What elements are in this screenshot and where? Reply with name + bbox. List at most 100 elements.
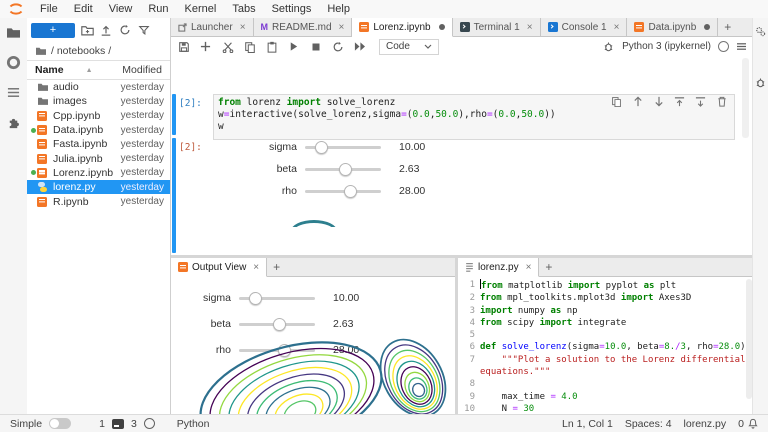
file-row-fasta-ipynb[interactable]: Fasta.ipynbyesterday: [27, 137, 170, 151]
run-cell-icon[interactable]: [287, 40, 300, 53]
restart-run-all-icon[interactable]: [353, 40, 366, 53]
language-indicator[interactable]: Python: [177, 418, 210, 430]
file-row-data-ipynb[interactable]: Data.ipynbyesterday: [27, 123, 170, 137]
slider-handle[interactable]: [344, 185, 357, 198]
bottom-panels: Output View × + sigma10.00beta2.63rho28.…: [171, 255, 753, 415]
save-icon[interactable]: [177, 40, 190, 53]
extension-manager-icon[interactable]: [6, 114, 22, 130]
active-cell-output-indicator[interactable]: [172, 138, 176, 253]
file-row-lorenz-ipynb[interactable]: Lorenz.ipynbyesterday: [27, 166, 170, 180]
cell-type-value: Code: [386, 41, 410, 52]
new-folder-icon[interactable]: [81, 24, 94, 37]
cell-type-dropdown[interactable]: Code: [379, 39, 439, 55]
insert-cell-below-icon[interactable]: [695, 96, 706, 107]
tab-readme-md[interactable]: MREADME.md×: [254, 18, 353, 36]
menu-item-kernel[interactable]: Kernel: [177, 0, 225, 18]
new-launcher-button[interactable]: +: [31, 23, 75, 38]
tab-lorenz-py[interactable]: lorenz.py ×: [458, 258, 539, 277]
editor-line: equations.""": [458, 366, 745, 378]
file-name: Cpp.ipynb: [53, 110, 100, 122]
modified-column-header[interactable]: Modified: [122, 64, 162, 76]
duplicate-cell-icon[interactable]: [611, 96, 622, 107]
lorenz-attractor-plot: [171, 318, 452, 415]
menu-item-file[interactable]: File: [32, 0, 66, 18]
add-cell-icon[interactable]: [199, 40, 212, 53]
new-tab-button[interactable]: +: [267, 258, 286, 276]
menu-item-view[interactable]: View: [101, 0, 141, 18]
restart-kernel-icon[interactable]: [331, 40, 344, 53]
close-icon[interactable]: ×: [253, 262, 259, 273]
slider-track[interactable]: [239, 292, 315, 304]
notebook-scrollbar[interactable]: [742, 58, 749, 138]
tab-terminal-1[interactable]: Terminal 1×: [453, 18, 541, 36]
close-icon[interactable]: ×: [614, 22, 620, 33]
slider-handle[interactable]: [315, 141, 328, 154]
menu-item-help[interactable]: Help: [319, 0, 358, 18]
close-icon[interactable]: ×: [527, 22, 533, 33]
upload-icon[interactable]: [100, 24, 113, 37]
property-inspector-icon[interactable]: [755, 26, 766, 37]
simple-mode-toggle[interactable]: [49, 418, 71, 429]
file-browser: + / notebooks / Name ▲ Modified audioyes…: [27, 18, 171, 415]
close-icon[interactable]: ×: [339, 22, 345, 33]
tab-launcher[interactable]: Launcher×: [171, 18, 254, 36]
interrupt-kernel-icon[interactable]: [309, 40, 322, 53]
breadcrumb[interactable]: / notebooks /: [27, 42, 170, 60]
menu-item-tabs[interactable]: Tabs: [224, 0, 263, 18]
tab-console-1[interactable]: Console 1×: [541, 18, 628, 36]
tab-output-view[interactable]: Output View ×: [171, 258, 267, 277]
slider-handle[interactable]: [249, 292, 262, 305]
slider-handle[interactable]: [339, 163, 352, 176]
close-icon[interactable]: ×: [240, 22, 246, 33]
code-editor[interactable]: 1from matplotlib import pyplot as plt2fr…: [458, 279, 745, 415]
close-icon[interactable]: ×: [526, 262, 532, 273]
debugger-icon[interactable]: [602, 40, 615, 53]
folder-icon[interactable]: [6, 24, 22, 40]
file-row-cpp-ipynb[interactable]: Cpp.ipynbyesterday: [27, 109, 170, 123]
menu-item-settings[interactable]: Settings: [264, 0, 320, 18]
kernel-name[interactable]: Python 3 (ipykernel): [622, 41, 711, 52]
kernel-icon[interactable]: [144, 418, 155, 429]
slider-track[interactable]: [305, 185, 381, 197]
new-tab-button[interactable]: +: [539, 258, 558, 276]
copy-cells-icon[interactable]: [243, 40, 256, 53]
delete-cell-icon[interactable]: [716, 96, 727, 107]
file-row-lorenz-py[interactable]: lorenz.pyyesterday: [27, 180, 170, 194]
table-of-contents-icon[interactable]: [6, 84, 22, 100]
editor-content[interactable]: 1from matplotlib import pyplot as plt2fr…: [458, 277, 753, 415]
file-row-julia-ipynb[interactable]: Julia.ipynbyesterday: [27, 151, 170, 165]
new-tab-button[interactable]: +: [718, 18, 737, 36]
menu-item-edit[interactable]: Edit: [66, 0, 101, 18]
editor-tab-bar: lorenz.py × +: [458, 258, 753, 277]
tab-label: README.md: [272, 22, 331, 33]
move-cell-down-icon[interactable]: [653, 96, 664, 107]
slider-track[interactable]: [305, 141, 381, 153]
notebook-content[interactable]: [2]: from lorenz import solve_lorenzw=in…: [171, 56, 753, 415]
terminal-icon[interactable]: [112, 419, 124, 429]
name-column-header[interactable]: Name: [35, 64, 64, 76]
running-sessions-icon[interactable]: [6, 54, 22, 70]
tab-data-ipynb[interactable]: Data.ipynb: [627, 18, 718, 36]
cursor-position[interactable]: Ln 1, Col 1: [562, 418, 613, 430]
insert-cell-above-icon[interactable]: [674, 96, 685, 107]
file-list: audioyesterdayimagesyesterdayCpp.ipynbye…: [27, 80, 170, 209]
file-row-images[interactable]: imagesyesterday: [27, 94, 170, 108]
slider-track[interactable]: [305, 163, 381, 175]
file-row-audio[interactable]: audioyesterday: [27, 80, 170, 94]
file-modified: yesterday: [121, 139, 164, 150]
tab-lorenz-ipynb[interactable]: Lorenz.ipynb: [352, 18, 452, 37]
line-number: 4: [458, 317, 480, 329]
file-row-r-ipynb[interactable]: R.ipynbyesterday: [27, 194, 170, 208]
spaces-indicator[interactable]: Spaces: 4: [625, 418, 672, 430]
refresh-icon[interactable]: [119, 24, 132, 37]
debugger-sidebar-icon[interactable]: [755, 77, 766, 88]
active-cell-indicator[interactable]: [172, 94, 176, 135]
move-cell-up-icon[interactable]: [632, 96, 643, 107]
paste-cells-icon[interactable]: [265, 40, 278, 53]
main-dock-area: Launcher×MREADME.md×Lorenz.ipynbTerminal…: [171, 18, 753, 415]
bell-icon[interactable]: [748, 418, 758, 429]
toolbar-menu-icon[interactable]: [736, 42, 747, 51]
cut-cells-icon[interactable]: [221, 40, 234, 53]
menu-item-run[interactable]: Run: [140, 0, 176, 18]
filter-icon[interactable]: [138, 24, 151, 37]
